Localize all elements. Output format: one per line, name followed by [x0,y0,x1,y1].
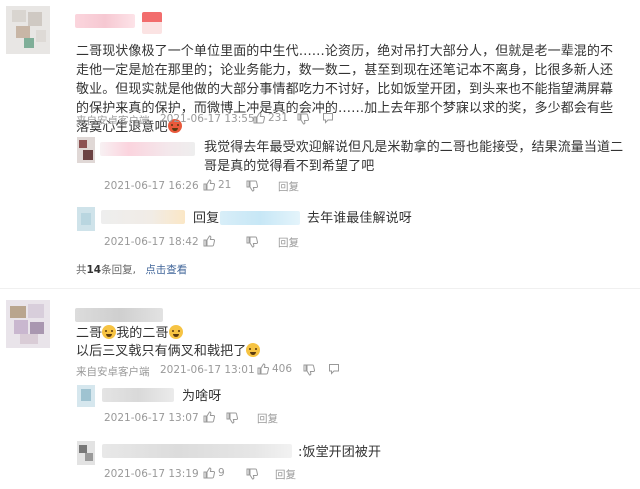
comment-bubble-icon [329,364,339,375]
thumbs-down-icon [226,412,238,424]
thumbs-down-icon [246,236,258,248]
reply-avatar[interactable] [77,137,95,163]
reply-username[interactable] [100,142,195,156]
dislike-button[interactable] [297,113,309,125]
reply-avatar[interactable] [77,441,95,465]
thumbs-up-icon [203,179,215,191]
reply-text: :饭堂开团被开 [298,445,382,460]
reply-dislike-button[interactable] [226,412,238,424]
reply-prefix: 回复 [193,211,220,226]
thumbs-down-icon [303,364,315,376]
reply-reply-button[interactable]: 回复 [257,411,278,426]
comment-text-line2: 以后三叉戟只有俩叉和戟把了 [76,342,261,361]
comment-time: 2021-06-17 13:55 [160,113,255,125]
avatar[interactable] [6,6,50,54]
reply-time: 2021-06-17 13:07 [104,412,199,424]
thumbs-down-icon [297,113,309,125]
reply-like-button[interactable] [203,411,215,423]
comment-text-line1: 二哥 我的二哥 [76,324,183,343]
emoji-icon [102,325,117,339]
reply-time: 2021-06-17 16:26 [104,180,199,192]
thumbs-down-icon [246,180,258,192]
comment-time: 2021-06-17 13:01 [160,364,255,376]
avatar[interactable] [6,300,50,348]
reply-dislike-button[interactable] [246,236,258,248]
reply-username[interactable] [102,444,292,458]
reply-reply-button[interactable]: 回复 [278,235,299,250]
total-replies: 共14条回复, 点击查看 [76,264,188,276]
reply-text: 去年谁最佳解说呀 [307,211,412,226]
comment-source: 来自安卓客户端 [76,115,150,127]
username[interactable] [75,14,135,28]
emoji-icon [168,325,183,339]
reply-avatar[interactable] [77,385,95,407]
comment-source: 来自安卓客户端 [76,366,150,378]
reply-username[interactable] [101,210,185,224]
like-button[interactable]: 406 [257,363,292,375]
emoji-icon [246,343,261,357]
reply-dislike-button[interactable] [246,180,258,192]
thumbs-up-icon [253,112,265,124]
user-badge [142,12,162,34]
comment-text: 二哥现状像极了一个单位里面的中生代……论资历，绝对吊打大部分人，但就是老一辈混的… [76,44,614,135]
thumbs-up-icon [203,235,215,247]
reply-reply-button[interactable]: 回复 [278,179,299,194]
username[interactable] [75,308,163,322]
reply-avatar[interactable] [77,207,95,231]
reply-like-button[interactable] [203,235,215,247]
reply-reply-button[interactable]: 回复 [275,467,296,482]
comment-bubble-icon [323,113,333,124]
reply-like-count: 21 [218,179,232,191]
like-count: 231 [268,112,289,124]
reply-time: 2021-06-17 13:19 [104,468,199,480]
reply-like-button[interactable]: 21 [203,179,231,191]
reply-dislike-button[interactable] [246,468,258,480]
view-replies-link[interactable]: 点击查看 [145,264,187,276]
thumbs-down-icon [246,468,258,480]
like-button[interactable]: 231 [253,112,288,124]
reply-like-count: 9 [218,467,225,479]
reply-text: 为啥呀 [182,389,222,404]
thumbs-up-icon [203,467,215,479]
reply-text: 我觉得去年最受欢迎解说但凡是米勒拿的二哥也能接受，结果流量当道二哥是真的觉得看不… [204,140,624,174]
reply-like-button[interactable]: 9 [203,467,225,479]
comment-divider [0,288,640,289]
reply-button[interactable] [322,112,334,124]
thumbs-up-icon [257,363,269,375]
reply-button[interactable] [328,363,340,375]
like-count: 406 [272,363,293,375]
thumbs-up-icon [203,411,215,423]
reply-username[interactable] [102,388,174,402]
reply-time: 2021-06-17 18:42 [104,236,199,248]
mentioned-username[interactable] [220,211,300,225]
dislike-button[interactable] [303,364,315,376]
